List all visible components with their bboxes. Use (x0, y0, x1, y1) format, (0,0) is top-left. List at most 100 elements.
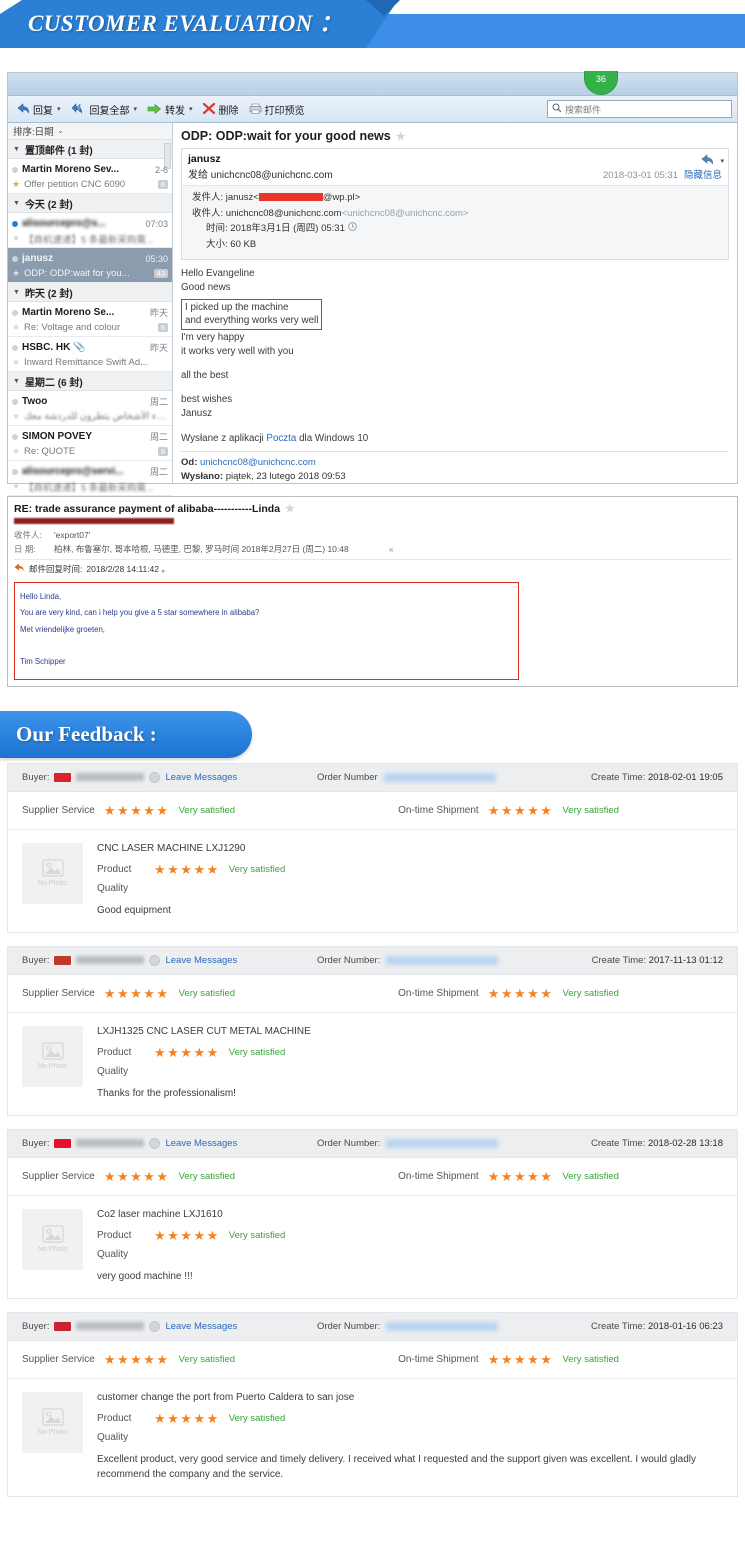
reply-icon[interactable] (701, 152, 715, 170)
read-dot-icon (12, 344, 18, 351)
search-input[interactable]: 搜索邮件 (547, 100, 732, 118)
body-line: Hello Linda, (20, 591, 62, 601)
feedback-ratings-row: Supplier Service ★★★★★ Very satisfied On… (8, 975, 737, 1013)
od-value[interactable]: unichcnc08@unichcnc.com (200, 457, 316, 468)
list-group-header[interactable]: ▼ 今天 (2 封) (8, 194, 172, 213)
feedback-card-header: Buyer: Leave Messages Order Number: Crea… (8, 1312, 737, 1341)
rating-text: Very satisfied (178, 1353, 236, 1365)
list-group-header[interactable]: ▼ 星期二 (6 封) (8, 372, 172, 391)
sort-control[interactable]: 排序:日期 ⌄ (8, 123, 172, 140)
body-works: it works very well with you (181, 345, 294, 357)
item-date: 周二 (149, 397, 168, 407)
message-list-pane[interactable]: 排序:日期 ⌄ ▼ 置顶邮件 (1 封) Martin Moreno Sev..… (8, 123, 173, 496)
leave-messages-link[interactable]: Leave Messages (165, 772, 237, 783)
star-icon[interactable]: ★ (285, 502, 295, 515)
star-icon[interactable]: ★ (12, 268, 20, 279)
forward-button[interactable]: 转发 ▾ (142, 100, 198, 119)
item-date: 2-6 (154, 164, 168, 175)
star-icon[interactable]: ★ (12, 411, 20, 422)
leave-messages-link[interactable]: Leave Messages (165, 1321, 237, 1332)
subject-text: ODP: ODP:wait for your good news (181, 129, 391, 143)
product-rating-row: Product ★★★★★ Very satisfied (97, 1229, 723, 1242)
star-rating-icon: ★★★★★ (487, 1351, 554, 1367)
attachment-count-badge: 6 (157, 180, 168, 189)
product-label: Product (97, 1412, 132, 1424)
star-rating-icon: ★★★★★ (103, 802, 170, 818)
feedback-card: Buyer: Leave Messages Order Number: Crea… (7, 1128, 738, 1299)
star-icon[interactable]: ★ (12, 481, 20, 492)
sender-label: 发件人: (192, 192, 224, 203)
chevron-down-icon[interactable]: ▾ (134, 105, 138, 113)
create-time-value: 2017-11-13 01:12 (648, 954, 723, 966)
leave-messages-link[interactable]: Leave Messages (165, 1138, 237, 1149)
star-icon[interactable]: ★ (12, 446, 20, 457)
on-time-shipment-rating: On-time Shipment ★★★★★ Very satisfied (398, 1170, 619, 1183)
star-rating-icon: ★★★★★ (154, 1410, 220, 1426)
print-preview-button[interactable]: 打印预览 (244, 100, 310, 119)
star-icon[interactable]: ★ (12, 179, 20, 190)
unread-dot-icon (12, 220, 18, 227)
rating-text: Very satisfied (228, 1229, 286, 1241)
to-prefix: 发给 (188, 170, 208, 181)
star-icon[interactable]: ★ (12, 233, 20, 244)
item-subject: 【商机速递】5 条最新采购需... (24, 482, 154, 494)
country-flag-icon (54, 772, 72, 782)
chevron-down-icon[interactable]: ⌄ (58, 127, 64, 135)
feedback-ratings-row: Supplier Service ★★★★★ Very satisfied On… (8, 792, 737, 830)
feedback-banner-title: Our Feedback : (16, 721, 157, 746)
chevron-down-icon[interactable]: ▾ (57, 105, 61, 113)
item-date: 07:03 (145, 218, 168, 229)
body-signature: Janusz (181, 408, 213, 420)
avatar (149, 954, 161, 966)
avatar (149, 771, 161, 783)
time-label: 时间: (206, 223, 228, 235)
list-item[interactable]: HSBC. HK 📎 昨天 ★ Inward Remittance Swift Ad… (8, 337, 172, 372)
leave-messages-link[interactable]: Leave Messages (165, 955, 237, 966)
list-item[interactable]: Martin Moreno Sev... 2-6 ★ Offer petition … (8, 159, 172, 194)
reply-button[interactable]: 回复 ▾ (12, 100, 66, 119)
rating-text: Very satisfied (178, 1170, 236, 1182)
body-line: You are very kind, can i help you give a… (20, 608, 260, 618)
rating-text: Very satisfied (178, 987, 236, 999)
date-label: 日 期: (14, 544, 36, 555)
list-item[interactable]: alisourcepro@servi... 周二 ★ 【商机速递】5 条最新采购需.… (8, 461, 172, 496)
list-item[interactable]: Twoo 周二 ★ الاعزاء الأشخاص يتظرون للدردشة م… (8, 391, 172, 426)
list-item-selected[interactable]: janusz 05:30 ★ ODP: ODP:wait for you... 43 (8, 248, 172, 283)
feedback-card: Buyer: Leave Messages Order Number: Crea… (7, 945, 738, 1116)
second-email-date-row: 日 期: 柏林, 布鲁塞尔, 哥本哈根, 马德里, 巴黎, 罗马时间 2018年… (14, 542, 731, 556)
to-value: 'export07' (54, 530, 91, 540)
list-item[interactable]: SIMON POVEY 周二 ★ Re: QUOTE 8 (8, 426, 172, 461)
list-item[interactable]: alisourcepro@s... 07:03 ★ 【商机速递】5 条最新采购需..… (8, 213, 172, 248)
supplier-service-rating: Supplier Service ★★★★★ Very satisfied (22, 804, 235, 817)
star-icon[interactable]: ★ (396, 130, 406, 143)
collapse-icon[interactable]: « (389, 542, 394, 556)
no-photo-placeholder: No Photo (22, 1208, 83, 1270)
star-icon[interactable]: ★ (12, 357, 20, 368)
rating-text: Very satisfied (562, 987, 619, 999)
buyer-block: Buyer: Leave Messages (22, 1137, 317, 1149)
redacted-sender-bar (14, 518, 174, 524)
list-item[interactable]: Martin Moreno Se... 昨天 ★ Re: Voltage and c… (8, 302, 172, 337)
reply-all-button[interactable]: 回复全部 ▾ (66, 100, 143, 119)
list-group-header[interactable]: ▼ 昨天 (2 封) (8, 283, 172, 302)
page-title: CUSTOMER EVALUATION ： (28, 11, 343, 36)
mail-toolbar: 回复 ▾ 回复全部 ▾ 转发 ▾ 删除 打印预览 搜索邮件 (8, 96, 737, 123)
image-icon (41, 1042, 64, 1060)
wyslano-value: piątek, 23 lutego 2018 09:53 (225, 471, 346, 483)
chevron-down-icon[interactable]: ▾ (189, 105, 193, 113)
delete-button[interactable]: 删除 (198, 100, 244, 119)
poczta-link[interactable]: Poczta (266, 433, 296, 444)
recipient-line: 发给 unichcnc08@unichcnc.com 2018-03-01 05… (182, 166, 728, 185)
chevron-down-icon[interactable]: ▾ (720, 157, 724, 165)
sender-value-suffix: @wp.pl> (322, 192, 361, 203)
message-timestamp: 2018-03-01 05:31 (602, 170, 678, 181)
reply-icon (14, 563, 25, 574)
no-photo-placeholder: No Photo (22, 842, 83, 904)
list-group-header[interactable]: ▼ 置顶邮件 (1 封) (8, 140, 172, 159)
product-info: Co2 laser machine LXJ1610 Product ★★★★★ … (97, 1209, 723, 1284)
feedback-card: Buyer: Leave Messages Order Number Creat… (7, 762, 738, 933)
mail-titlebar: 36 (8, 71, 737, 96)
read-dot-icon (12, 433, 18, 440)
star-icon[interactable]: ★ (12, 322, 20, 333)
second-email-to-row: 收件人: 'export07' (14, 528, 731, 542)
